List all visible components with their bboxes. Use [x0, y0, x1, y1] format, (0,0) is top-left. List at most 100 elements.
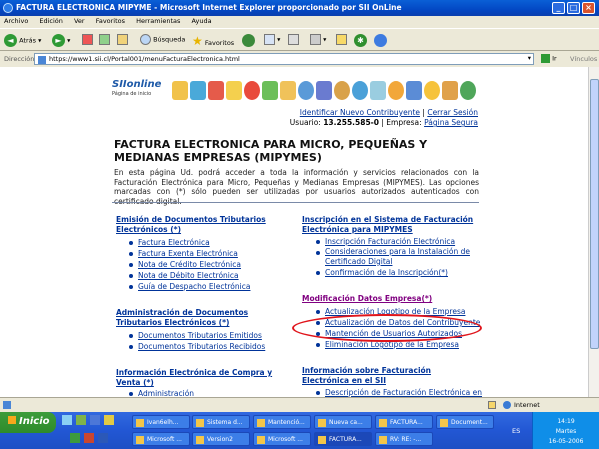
taskbar: Inicio Ivan6elh... Sistema d... Mantenci… [0, 412, 599, 449]
taskbar-item[interactable]: FACTURA... [375, 415, 433, 429]
browser-window: FACTURA ELECTRONICA MIPYME - Microsoft I… [0, 0, 599, 449]
menu-archivo[interactable]: Archivo [4, 17, 28, 25]
identify-new-taxpayer-link[interactable]: Identificar Nuevo Contribuyente [300, 108, 420, 117]
star-icon: ★ [192, 34, 203, 48]
service-icon-4[interactable] [226, 81, 242, 100]
plugin-icon: ✱ [354, 34, 367, 47]
service-icon-3[interactable] [208, 81, 224, 100]
favorites-button[interactable]: ★ Favoritos [192, 34, 234, 48]
taskbar-item[interactable]: RV: RE: -... [375, 432, 433, 446]
plugin-button[interactable]: ✱ [354, 34, 367, 47]
service-icon-6[interactable] [262, 81, 278, 100]
list-item[interactable]: Nota de Débito Electrónica [129, 270, 250, 281]
service-icon-12[interactable] [370, 81, 386, 100]
quick-launch-icon-3[interactable] [90, 415, 100, 425]
messenger-button[interactable] [374, 34, 387, 47]
service-icon-5[interactable] [244, 81, 260, 100]
quick-launch-icon-4[interactable] [104, 415, 114, 425]
section-emision-title[interactable]: Emisión de Documentos Tributarios Electr… [116, 215, 276, 234]
service-icon-13[interactable] [388, 81, 404, 100]
list-item[interactable]: Descripción de Facturación Electrónica e… [316, 387, 482, 397]
maximize-button[interactable]: □ [567, 2, 580, 14]
start-button[interactable]: Inicio [0, 412, 56, 433]
history-button[interactable] [242, 34, 255, 47]
secure-page-link[interactable]: Página Segura [424, 118, 478, 127]
status-bar: Internet [0, 397, 599, 412]
service-icon-15[interactable] [424, 81, 440, 100]
minimize-button[interactable]: _ [552, 2, 565, 14]
scroll-thumb[interactable] [590, 79, 599, 349]
dropdown-icon[interactable]: ▾ [528, 54, 531, 62]
refresh-button[interactable] [99, 34, 110, 45]
taskbar-item[interactable]: Microsoft ... [132, 432, 190, 446]
service-icon-10[interactable] [334, 81, 350, 100]
quick-launch-icon-7[interactable] [98, 433, 108, 443]
search-icon [140, 34, 151, 45]
service-icon-11[interactable] [352, 81, 368, 100]
menu-favoritos[interactable]: Favoritos [96, 17, 125, 25]
clock-time[interactable]: 14:19 [533, 418, 599, 425]
section-administracion-title[interactable]: Administración de Documentos Tributarios… [116, 308, 281, 327]
taskbar-item[interactable]: Microsoft ... [253, 432, 311, 446]
taskbar-item[interactable]: Version2 [192, 432, 250, 446]
stop-button[interactable] [82, 34, 93, 45]
taskbar-item[interactable]: Nueva ca... [314, 415, 372, 429]
go-button[interactable]: Ir [541, 54, 557, 63]
service-icon-17[interactable] [460, 81, 476, 100]
list-item[interactable]: Administración [129, 388, 194, 397]
menu-ver[interactable]: Ver [74, 17, 85, 25]
service-icon-2[interactable] [190, 81, 206, 100]
search-button[interactable]: Búsqueda [140, 34, 185, 45]
taskbar-item[interactable]: Document... [436, 415, 494, 429]
home-button[interactable] [117, 34, 128, 45]
edit-icon [310, 34, 321, 45]
mail-button[interactable]: ▾ [264, 34, 280, 45]
service-icon-16[interactable] [442, 81, 458, 100]
history-icon [242, 34, 255, 47]
edit-button[interactable]: ▾ [310, 34, 326, 45]
taskbar-item-active[interactable]: FACTURA... [314, 432, 372, 446]
back-button[interactable]: ◄ Atrás ▾ [4, 34, 41, 47]
lock-icon [488, 401, 496, 409]
section-compraventa-title[interactable]: Información Electrónica de Compra y Vent… [116, 368, 286, 387]
menu-ayuda[interactable]: Ayuda [191, 17, 211, 25]
service-icon-1[interactable] [172, 81, 188, 100]
service-icon-7[interactable] [280, 81, 296, 100]
service-icon-8[interactable] [298, 81, 314, 100]
forward-button[interactable]: ► ▾ [52, 34, 70, 47]
service-icon-14[interactable] [406, 81, 422, 100]
taskbar-item[interactable]: Sistema d... [192, 415, 250, 429]
service-icon-9[interactable] [316, 81, 332, 100]
sii-logo[interactable]: SIIonline Página de inicio [112, 79, 161, 97]
menu-edicion[interactable]: Edición [39, 17, 63, 25]
logout-link[interactable]: Cerrar Sesión [427, 108, 478, 117]
taskbar-item[interactable]: Ivan6elh... [132, 415, 190, 429]
quick-launch-icon-5[interactable] [70, 433, 80, 443]
section-modificacion-title[interactable]: Modificación Datos Empresa(*) [302, 294, 474, 304]
quick-launch-icon-2[interactable] [76, 415, 86, 425]
list-item[interactable]: Nota de Crédito Electrónica [129, 259, 250, 270]
clock-day: Martes [555, 428, 577, 435]
user-id: 13.255.585-0 [323, 118, 379, 127]
address-input[interactable]: https://www1.sii.cl/Portal001/menuFactur… [34, 53, 534, 65]
quick-launch-icon-1[interactable] [62, 415, 72, 425]
section-inscripcion-title[interactable]: Inscripción en el Sistema de Facturación… [302, 215, 474, 234]
quick-launch-icon-6[interactable] [84, 433, 94, 443]
section-informacion-title[interactable]: Información sobre Facturación Electrónic… [302, 366, 474, 385]
vertical-scrollbar[interactable] [588, 67, 599, 397]
list-item[interactable]: Consideraciones para la Instalación de C… [316, 247, 481, 266]
folder-button[interactable] [336, 34, 347, 45]
list-item[interactable]: Confirmación de la Inscripción(*) [316, 267, 481, 278]
close-button[interactable]: × [582, 2, 595, 14]
list-item[interactable]: Factura Exenta Electrónica [129, 248, 250, 259]
list-item[interactable]: Documentos Tributarios Emitidos [129, 330, 265, 341]
list-item[interactable]: Documentos Tributarios Recibidos [129, 341, 265, 352]
links-label[interactable]: Vínculos [570, 55, 597, 63]
list-item[interactable]: Guía de Despacho Electrónica [129, 281, 250, 292]
list-item[interactable]: Inscripción Facturación Electrónica [316, 236, 481, 247]
list-item[interactable]: Factura Electrónica [129, 237, 250, 248]
menu-herramientas[interactable]: Herramientas [136, 17, 180, 25]
print-button[interactable] [288, 34, 299, 45]
taskbar-item[interactable]: Mantenció... [253, 415, 311, 429]
language-indicator[interactable]: ES [512, 427, 520, 435]
